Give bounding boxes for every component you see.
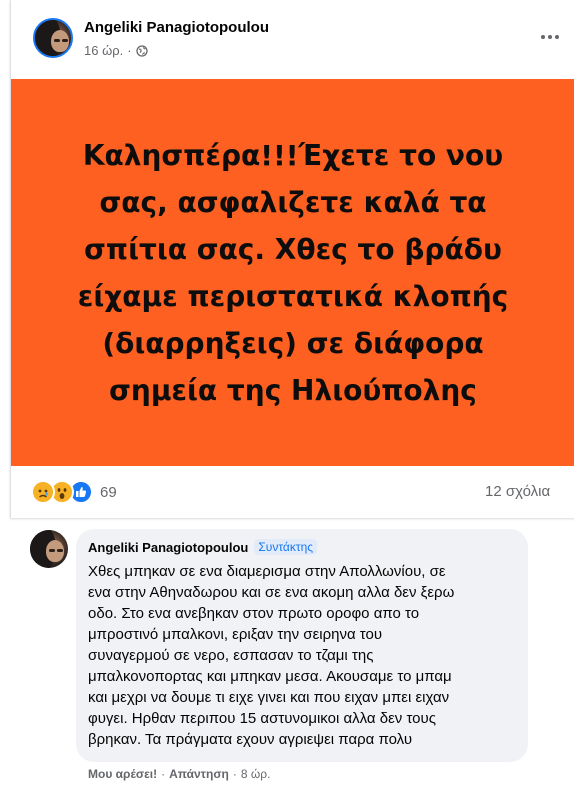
post-time[interactable]: 16 ώρ.	[84, 43, 123, 58]
more-options-button[interactable]	[537, 24, 563, 50]
author-badge: Συντάκτης	[254, 539, 318, 555]
post-card: Angeliki Panagiotopoulou 16 ώρ. · Καλησπ…	[10, 0, 574, 518]
post-meta: 16 ώρ. ·	[84, 43, 148, 58]
globe-icon	[135, 44, 148, 57]
sad-reaction-icon	[31, 480, 55, 504]
comment-bubble: Angeliki Panagiotopoulou Συντάκτης Χθες …	[76, 529, 528, 762]
reactions-summary[interactable]: 69	[31, 480, 117, 504]
comment-header: Angeliki Panagiotopoulou Συντάκτης	[88, 538, 516, 556]
like-comment-button[interactable]: Μου αρέσει!	[88, 767, 157, 781]
post-text: Καλησπέρα!!!Έχετε το νου σας, ασφαλιζετε…	[77, 138, 509, 407]
comment-author-avatar[interactable]	[30, 530, 68, 568]
more-horizontal-icon	[541, 35, 545, 39]
comment-text: Χθες μπηκαν σε ενα διαμερισμα στην Απολλ…	[88, 563, 455, 748]
post-author-name[interactable]: Angeliki Panagiotopoulou	[84, 19, 269, 36]
meta-separator: ·	[127, 43, 132, 58]
reply-button[interactable]: Απάντηση	[169, 767, 229, 781]
action-separator: ·	[232, 767, 237, 781]
comment-time[interactable]: 8 ώρ.	[241, 767, 271, 781]
reaction-count[interactable]: 69	[100, 484, 117, 501]
post-text-banner: Καλησπέρα!!!Έχετε το νου σας, ασφαλιζετε…	[11, 79, 574, 466]
comment-count[interactable]: 12 σχόλια	[485, 483, 550, 500]
comment-author-name[interactable]: Angeliki Panagiotopoulou	[88, 540, 248, 555]
comment-actions: Μου αρέσει! · Απάντηση · 8 ώρ.	[88, 767, 270, 781]
action-separator: ·	[161, 767, 166, 781]
author-avatar[interactable]	[33, 18, 73, 58]
